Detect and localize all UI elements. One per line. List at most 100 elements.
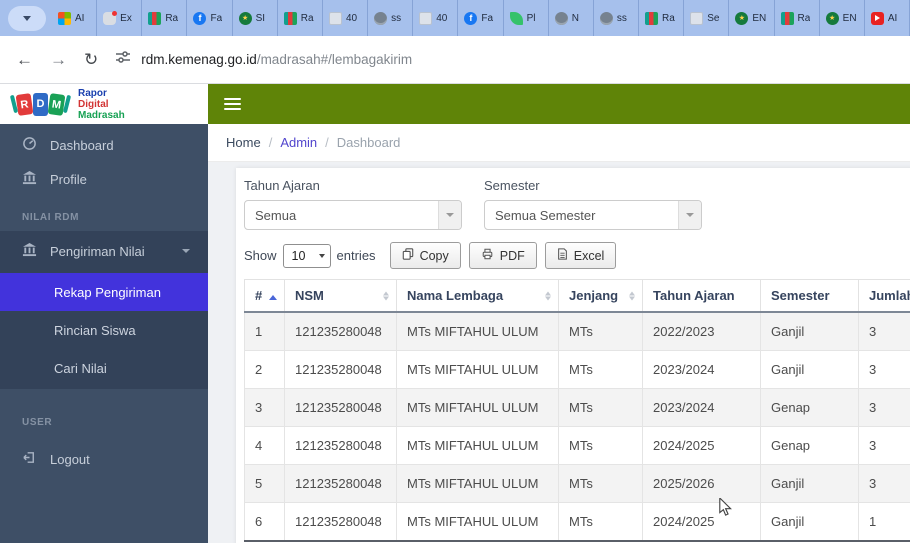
facebook-icon: f <box>193 11 207 25</box>
table-cell: 1 <box>858 502 910 542</box>
table-cell: 4 <box>244 426 285 465</box>
kemenag-icon: ★ <box>825 11 839 25</box>
browser-tab[interactable]: ss <box>368 0 414 36</box>
tab-search-button[interactable] <box>8 5 46 31</box>
table-cell: 2024/2025 <box>642 426 761 465</box>
browser-tab[interactable]: f Fa <box>458 0 504 36</box>
forward-icon[interactable]: → <box>50 51 67 68</box>
sidebar-group-pengiriman: Pengiriman Nilai Rekap Pengiriman Rincian… <box>0 231 208 389</box>
table-cell: 3 <box>858 464 910 503</box>
table-cell: MTs <box>558 502 643 542</box>
copy-button[interactable]: Copy <box>389 242 461 269</box>
table-cell: MTs <box>558 464 643 503</box>
sidebar-subitem-rekap-pengiriman[interactable]: Rekap Pengiriman <box>0 273 208 311</box>
column-header--[interactable]: # <box>244 279 285 313</box>
microsoft-icon <box>58 11 71 25</box>
browser-tab[interactable]: f Fa <box>187 0 233 36</box>
table-cell: 121235280048 <box>284 464 397 503</box>
sidebar-subitem-cari-nilai[interactable]: Cari Nilai <box>0 349 208 387</box>
menu-toggle-icon[interactable] <box>224 98 241 110</box>
browser-tab[interactable]: N <box>549 0 594 36</box>
sidebar-item-dashboard[interactable]: Dashboard <box>0 128 208 162</box>
browser-tab[interactable]: ★ EN <box>729 0 775 36</box>
breadcrumb-separator: / <box>325 135 329 150</box>
table-cell: Ganjil <box>760 311 859 351</box>
site-settings-icon[interactable] <box>115 49 131 70</box>
breadcrumb-home[interactable]: Home <box>226 135 261 150</box>
column-header-jenjang[interactable]: Jenjang <box>558 279 643 313</box>
breadcrumb-admin[interactable]: Admin <box>280 135 317 150</box>
refresh-icon[interactable]: ↻ <box>84 51 98 68</box>
globe-icon <box>554 11 568 25</box>
main-content: Tahun Ajaran Semua Semester Semua Semest… <box>208 162 910 543</box>
address-bar[interactable]: rdm.kemenag.go.id/madrasah#/lembagakirim <box>115 49 894 70</box>
table-cell: 2025/2026 <box>642 464 761 503</box>
browser-tab[interactable]: ★ EN <box>820 0 865 36</box>
browser-tab[interactable]: Se <box>684 0 730 36</box>
column-header-nsm[interactable]: NSM <box>284 279 397 313</box>
top-navbar <box>208 84 910 124</box>
chevron-down-icon <box>23 15 31 21</box>
sidebar-subitem-rincian-siswa[interactable]: Rincian Siswa <box>0 311 208 349</box>
tab-label: EN <box>842 12 857 24</box>
screen: AI Ex Ra f Fa ★ SI Ra 40 ss 40 f Fa Pl Nss Ra Se ★ EN Ra ★ EN… <box>0 0 910 543</box>
browser-tab[interactable]: ★ SI <box>233 0 278 36</box>
leaf-icon <box>509 11 523 25</box>
tab-label: ss <box>391 12 402 24</box>
table-cell: 3 <box>244 388 285 427</box>
browser-tab[interactable]: AI <box>865 0 910 36</box>
tab-label: AI <box>887 12 898 24</box>
sidebar-item-pengiriman-nilai[interactable]: Pengiriman Nilai <box>0 233 208 269</box>
browser-tab[interactable]: Ra <box>775 0 820 36</box>
pdf-button[interactable]: PDF <box>468 242 537 269</box>
browser-tab[interactable]: Pl <box>504 0 549 36</box>
table-cell: Genap <box>760 426 859 465</box>
back-icon[interactable]: ← <box>16 51 33 68</box>
browser-tab[interactable]: 40 <box>413 0 459 36</box>
browser-tab[interactable]: Ra <box>639 0 685 36</box>
tab-label: Ra <box>300 12 314 24</box>
table-cell: MTs <box>558 426 643 465</box>
semester-select[interactable]: Semua Semester <box>484 200 702 230</box>
page-size-select[interactable]: 10 <box>282 243 331 268</box>
rdm-icon <box>283 11 297 25</box>
browser-tab[interactable]: ss <box>594 0 640 36</box>
tab-label: N <box>571 12 579 24</box>
sort-icon <box>545 291 551 300</box>
excel-button[interactable]: Excel <box>544 242 617 269</box>
table-row: 4 121235280048 MTs MIFTAHUL ULUM MTs 2024/20… <box>244 426 910 465</box>
browser-tab[interactable]: Ex <box>97 0 143 36</box>
breadcrumb: Home / Admin / Dashboard <box>208 124 910 162</box>
tahun-ajaran-select[interactable]: Semua <box>244 200 462 230</box>
tab-label: Ra <box>662 12 675 24</box>
bank-icon <box>22 242 37 260</box>
browser-tab[interactable]: 40 <box>323 0 369 36</box>
facebook-icon: f <box>464 11 478 25</box>
table-cell: 2023/2024 <box>642 350 761 389</box>
breadcrumb-dashboard: Dashboard <box>336 135 401 150</box>
browser-tab[interactable]: AI <box>52 0 98 36</box>
table-cell: 2023/2024 <box>642 388 761 427</box>
column-header-nama-lembaga[interactable]: Nama Lembaga <box>396 279 559 313</box>
entries-label: entries <box>336 248 376 263</box>
column-header-jumlah-k: Jumlah K <box>858 279 910 313</box>
browser-tab[interactable]: Ra <box>278 0 323 36</box>
tab-label: SI <box>255 12 266 24</box>
browser-tab-strip: AI Ex Ra f Fa ★ SI Ra 40 ss 40 f Fa Pl Nss Ra Se ★ EN Ra ★ EN… <box>0 0 910 36</box>
rdm-icon <box>148 11 162 25</box>
tab-label: Fa <box>481 12 494 24</box>
table-cell: 3 <box>858 426 910 465</box>
sidebar-item-logout[interactable]: Logout <box>0 442 208 476</box>
recap-table: # NSM Nama Lembaga Jenjang Tahun Ajaran Semes… <box>244 279 910 542</box>
table-cell: MTs MIFTAHUL ULUM <box>396 350 559 389</box>
table-cell: MTs MIFTAHUL ULUM <box>396 426 559 465</box>
tab-label: Ex <box>120 12 132 24</box>
browser-tab[interactable]: Ra <box>142 0 188 36</box>
sort-icon <box>383 291 389 300</box>
table-row: 2 121235280048 MTs MIFTAHUL ULUM MTs 2023/20… <box>244 350 910 389</box>
table-cell: MTs <box>558 388 643 427</box>
tab-label: Fa <box>210 12 223 24</box>
sidebar-item-profile[interactable]: Profile <box>0 162 208 196</box>
doc-icon <box>328 11 342 25</box>
sidebar-section-nilai: NILAI RDM <box>22 212 80 223</box>
